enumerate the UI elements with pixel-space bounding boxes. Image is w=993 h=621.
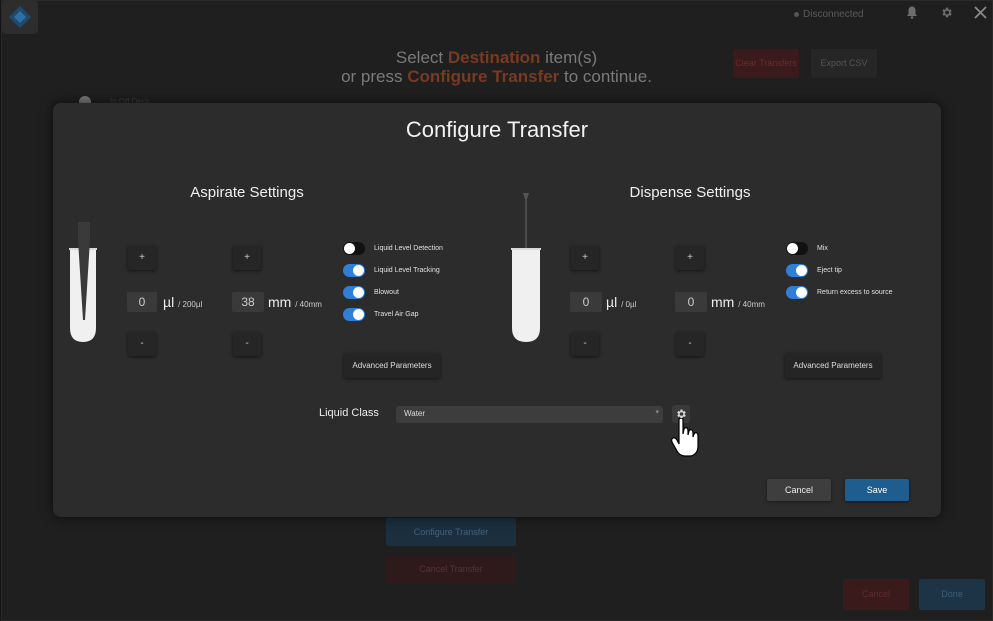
export-csv-button[interactable]: Export CSV: [811, 49, 877, 78]
aspirate-volume-input[interactable]: 0: [127, 292, 157, 312]
cancel-transfer-button[interactable]: Cancel Transfer: [386, 555, 516, 583]
close-icon[interactable]: [972, 6, 988, 22]
toggle-switch[interactable]: [786, 285, 808, 299]
liquid-class-value: Water: [404, 409, 426, 418]
aspirate-height-decrement-button[interactable]: -: [233, 332, 261, 356]
dispense-height-decrement-button[interactable]: -: [676, 332, 704, 356]
toggle-label: Travel Air Gap: [374, 310, 419, 318]
connection-status: Disconnected: [794, 9, 864, 20]
cancel-button[interactable]: Cancel: [767, 479, 831, 501]
toggle-label: Mix: [817, 244, 828, 252]
dispense-height-input[interactable]: 0: [675, 292, 707, 312]
hand-cursor-icon: [671, 418, 699, 457]
aspirate-volume-increment-button[interactable]: +: [128, 246, 156, 270]
app-logo: [2, 0, 38, 34]
toggle-liquid-level-detection[interactable]: Liquid Level Detection: [343, 240, 443, 256]
dispense-volume-unit: µl / 0µl: [606, 294, 637, 310]
toggle-switch[interactable]: [343, 307, 365, 321]
dispense-settings-title: Dispense Settings: [629, 184, 751, 201]
toggle-eject-tip[interactable]: Eject tip: [786, 262, 842, 278]
toggle-label: Liquid Level Tracking: [374, 266, 440, 274]
toggle-mix[interactable]: Mix: [786, 240, 828, 256]
aspirate-tube-icon: [69, 222, 97, 342]
toggle-label: Return excess to source: [817, 288, 893, 296]
dispense-advanced-parameters-button[interactable]: Advanced Parameters: [785, 353, 881, 378]
dispense-height-increment-button[interactable]: +: [676, 246, 704, 270]
toggle-travel-air-gap[interactable]: Travel Air Gap: [343, 306, 418, 322]
liquid-class-label: Liquid Class: [319, 407, 379, 419]
save-button[interactable]: Save: [845, 479, 909, 501]
gear-icon[interactable]: [938, 6, 954, 22]
clear-transfers-button[interactable]: Clear Transfers: [733, 49, 799, 78]
toggle-switch[interactable]: [343, 285, 365, 299]
toggle-switch[interactable]: [343, 263, 365, 277]
status-text: Disconnected: [803, 9, 864, 20]
aspirate-volume-unit: µl / 200µl: [163, 294, 203, 310]
done-button[interactable]: Done: [919, 579, 985, 610]
status-dot-icon: [794, 11, 799, 17]
dispense-volume-increment-button[interactable]: +: [571, 246, 599, 270]
liquid-class-select[interactable]: Water ▾: [396, 406, 663, 423]
bell-icon[interactable]: [904, 6, 920, 22]
chevron-down-icon: ▾: [655, 409, 659, 416]
configure-transfer-modal: Configure Transfer Aspirate Settings + 0…: [53, 103, 941, 517]
toggle-switch[interactable]: [786, 263, 808, 277]
toggle-switch[interactable]: [343, 241, 365, 255]
toggle-return-excess[interactable]: Return excess to source: [786, 284, 892, 300]
toggle-label: Liquid Level Detection: [374, 244, 443, 252]
dispense-volume-decrement-button[interactable]: -: [571, 332, 599, 356]
aspirate-advanced-parameters-button[interactable]: Advanced Parameters: [344, 353, 440, 378]
aspirate-height-input[interactable]: 38: [232, 292, 264, 312]
toggle-label: Blowout: [374, 288, 399, 296]
toggle-blowout[interactable]: Blowout: [343, 284, 399, 300]
toggle-liquid-level-tracking[interactable]: Liquid Level Tracking: [343, 262, 440, 278]
aspirate-settings-title: Aspirate Settings: [190, 184, 304, 201]
toggle-label: Eject tip: [817, 266, 842, 274]
aspirate-height-unit: mm / 40mm: [268, 294, 322, 310]
logo-icon: [9, 6, 31, 28]
modal-title: Configure Transfer: [405, 117, 589, 142]
aspirate-height-increment-button[interactable]: +: [233, 246, 261, 270]
configure-transfer-button[interactable]: Configure Transfer: [386, 518, 516, 546]
dispense-height-unit: mm / 40mm: [711, 294, 765, 310]
aspirate-volume-decrement-button[interactable]: -: [128, 332, 156, 356]
dispense-volume-input[interactable]: 0: [570, 292, 602, 312]
dispense-tube-icon: [511, 193, 541, 342]
bg-cancel-button[interactable]: Cancel: [843, 579, 909, 610]
toggle-switch[interactable]: [786, 241, 808, 255]
